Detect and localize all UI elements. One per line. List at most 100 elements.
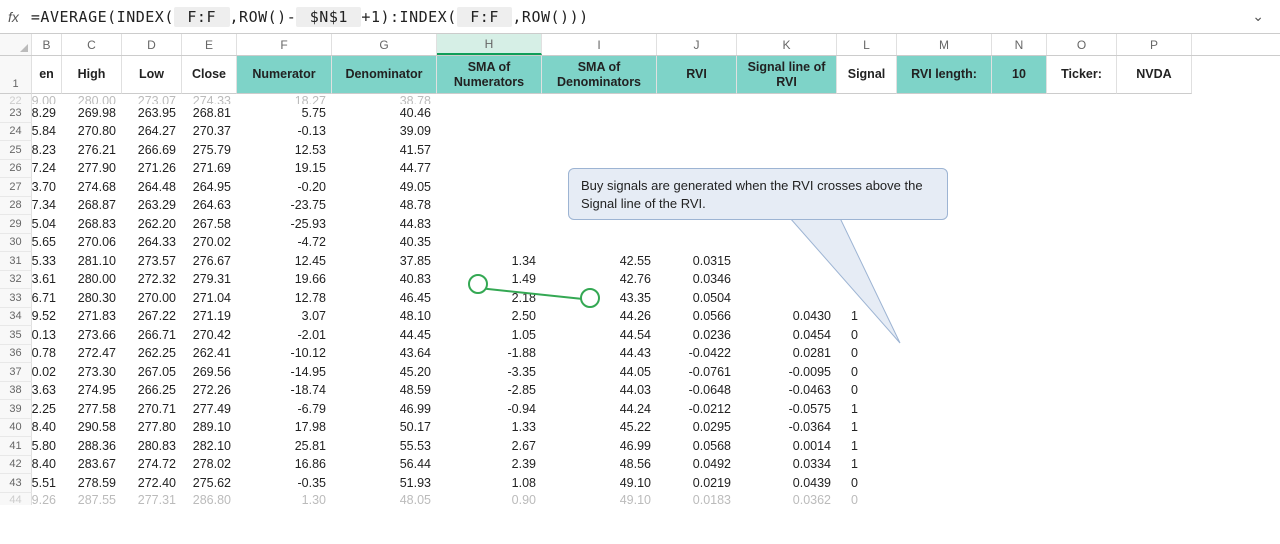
cell-D[interactable]: 280.83 (122, 437, 182, 456)
cell-J[interactable]: 0.0568 (657, 437, 737, 456)
col-header-P[interactable]: P (1117, 34, 1192, 55)
header-J[interactable]: RVI (657, 56, 737, 94)
cell-D[interactable]: 263.29 (122, 197, 182, 216)
cell-D[interactable]: 262.25 (122, 345, 182, 364)
cell-C[interactable]: 287.55 (62, 493, 122, 505)
header-C[interactable]: High (62, 56, 122, 94)
row-number[interactable]: 43 (0, 474, 32, 493)
cell-N[interactable] (992, 234, 1047, 253)
cell-L[interactable] (837, 104, 897, 123)
cell-B[interactable]: 7.24 (32, 160, 62, 179)
cell-N[interactable] (992, 456, 1047, 475)
cell-O[interactable] (1047, 104, 1117, 123)
cell-F[interactable]: -14.95 (237, 363, 332, 382)
col-header-L[interactable]: L (837, 34, 897, 55)
drawing-circle-right[interactable] (580, 288, 600, 308)
cell-I[interactable]: 44.54 (542, 326, 657, 345)
row-number[interactable]: 26 (0, 160, 32, 179)
cell-N[interactable] (992, 215, 1047, 234)
cell-C[interactable]: 276.21 (62, 141, 122, 160)
cell-B[interactable]: 8.40 (32, 419, 62, 438)
header-N[interactable]: 10 (992, 56, 1047, 94)
cell-E[interactable]: 272.26 (182, 382, 237, 401)
cell-J[interactable]: -0.0212 (657, 400, 737, 419)
col-header-I[interactable]: I (542, 34, 657, 55)
cell-B[interactable]: 2.25 (32, 400, 62, 419)
cell-D[interactable]: 271.26 (122, 160, 182, 179)
cell-J[interactable]: 0.0295 (657, 419, 737, 438)
cell-G[interactable]: 46.45 (332, 289, 437, 308)
cell-P[interactable] (1117, 400, 1192, 419)
cell-I[interactable]: 49.10 (542, 493, 657, 505)
cell-N[interactable] (992, 104, 1047, 123)
header-L[interactable]: Signal (837, 56, 897, 94)
cell-G[interactable]: 43.64 (332, 345, 437, 364)
cell-H[interactable] (437, 104, 542, 123)
cell-E[interactable]: 275.62 (182, 474, 237, 493)
cell-H[interactable]: 2.39 (437, 456, 542, 475)
row-number[interactable]: 36 (0, 345, 32, 364)
cell-O[interactable] (1047, 326, 1117, 345)
row-number[interactable]: 34 (0, 308, 32, 327)
row-number[interactable]: 30 (0, 234, 32, 253)
cell-E[interactable]: 271.19 (182, 308, 237, 327)
cell-I[interactable] (542, 234, 657, 253)
cell-P[interactable] (1117, 289, 1192, 308)
cell-F[interactable]: 3.07 (237, 308, 332, 327)
cell-K[interactable]: 0.0014 (737, 437, 837, 456)
cell-H[interactable]: 0.90 (437, 493, 542, 505)
cell-I[interactable]: 45.22 (542, 419, 657, 438)
cell-C[interactable]: 268.87 (62, 197, 122, 216)
cell-P[interactable] (1117, 345, 1192, 364)
col-header-H[interactable]: H (437, 34, 542, 55)
col-header-F[interactable]: F (237, 34, 332, 55)
cell-D[interactable]: 270.00 (122, 289, 182, 308)
cell-I[interactable] (542, 94, 657, 104)
cell-G[interactable]: 46.99 (332, 400, 437, 419)
cell-J[interactable]: 0.0492 (657, 456, 737, 475)
cell-F[interactable]: -4.72 (237, 234, 332, 253)
cell-G[interactable]: 40.83 (332, 271, 437, 290)
cell-P[interactable] (1117, 419, 1192, 438)
cell-C[interactable]: 270.06 (62, 234, 122, 253)
cell-L[interactable] (837, 123, 897, 142)
header-F[interactable]: Numerator (237, 56, 332, 94)
header-O[interactable]: Ticker: (1047, 56, 1117, 94)
cell-O[interactable] (1047, 178, 1117, 197)
row-number[interactable]: 33 (0, 289, 32, 308)
cell-F[interactable]: 19.66 (237, 271, 332, 290)
cell-E[interactable]: 276.67 (182, 252, 237, 271)
cell-F[interactable]: 17.98 (237, 419, 332, 438)
cell-L[interactable]: 0 (837, 493, 897, 505)
cell-H[interactable] (437, 215, 542, 234)
cell-B[interactable]: 5.33 (32, 252, 62, 271)
cell-D[interactable]: 266.69 (122, 141, 182, 160)
cell-O[interactable] (1047, 345, 1117, 364)
cell-D[interactable]: 263.95 (122, 104, 182, 123)
cell-P[interactable] (1117, 123, 1192, 142)
cell-C[interactable]: 278.59 (62, 474, 122, 493)
cell-N[interactable] (992, 345, 1047, 364)
cell-E[interactable]: 275.79 (182, 141, 237, 160)
header-E[interactable]: Close (182, 56, 237, 94)
cell-B[interactable]: 5.80 (32, 437, 62, 456)
cell-K[interactable]: 0.0334 (737, 456, 837, 475)
cell-C[interactable]: 268.83 (62, 215, 122, 234)
cell-O[interactable] (1047, 308, 1117, 327)
cell-P[interactable] (1117, 178, 1192, 197)
cell-B[interactable]: 3.70 (32, 178, 62, 197)
cell-B[interactable]: 5.84 (32, 123, 62, 142)
cell-G[interactable]: 48.10 (332, 308, 437, 327)
cell-P[interactable] (1117, 234, 1192, 253)
cell-E[interactable]: 270.42 (182, 326, 237, 345)
cell-I[interactable]: 44.26 (542, 308, 657, 327)
cell-I[interactable]: 49.10 (542, 474, 657, 493)
cell-N[interactable] (992, 160, 1047, 179)
cell-N[interactable] (992, 326, 1047, 345)
cell-J[interactable]: 0.0566 (657, 308, 737, 327)
cell-J[interactable]: -0.0422 (657, 345, 737, 364)
col-header-J[interactable]: J (657, 34, 737, 55)
cell-K[interactable]: -0.0364 (737, 419, 837, 438)
cell-L[interactable] (837, 94, 897, 104)
cell-E[interactable]: 264.95 (182, 178, 237, 197)
